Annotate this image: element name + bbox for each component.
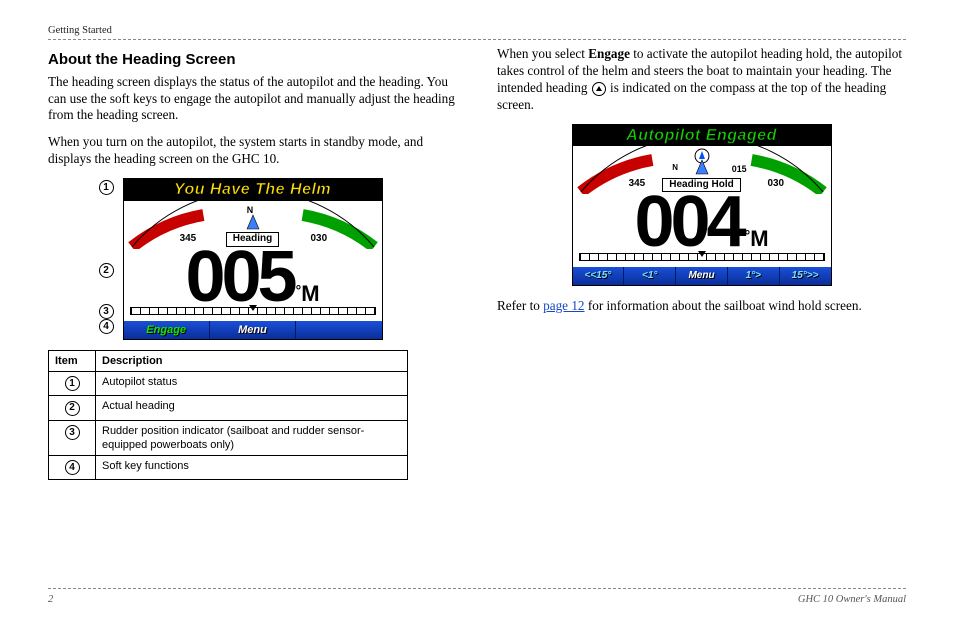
heading-units: °M — [296, 285, 320, 302]
callout-description-table: Item Description 1 Autopilot status 2 Ac… — [48, 350, 408, 481]
table-row: 2 Actual heading — [49, 396, 408, 421]
engaged-screen-figure: Autopilot Engaged 345 015 — [572, 124, 832, 286]
heading-value: 005 — [185, 249, 293, 305]
rudder-position-bar — [573, 251, 831, 267]
row-desc-2: Actual heading — [96, 396, 408, 421]
row-desc-3: Rudder position indicator (sailboat and … — [96, 420, 408, 455]
table-row: 3 Rudder position indicator (sailboat an… — [49, 420, 408, 455]
svg-text:N: N — [672, 163, 678, 172]
row-desc-1: Autopilot status — [96, 371, 408, 396]
row-desc-4: Soft key functions — [96, 455, 408, 480]
page-title: About the Heading Screen — [48, 50, 457, 69]
page-12-link[interactable]: page 12 — [543, 298, 584, 313]
softkey-right15[interactable]: 15°>> — [780, 267, 831, 285]
soft-key-row: <<15° <1° Menu 1°> 15°>> — [573, 267, 831, 285]
softkey-left15[interactable]: <<15° — [573, 267, 625, 285]
softkey-menu[interactable]: Menu — [210, 321, 296, 339]
softkey-left1[interactable]: <1° — [624, 267, 676, 285]
heading-indicator-glyph — [592, 82, 606, 96]
page-number: 2 — [48, 593, 53, 606]
standby-screen-figure: 1 2 3 4 You Have The Helm 345 — [123, 178, 383, 340]
softkey-menu[interactable]: Menu — [676, 267, 728, 285]
intro-para-1: The heading screen displays the status o… — [48, 74, 457, 125]
table-row: 1 Autopilot status — [49, 371, 408, 396]
section-name: Getting Started — [48, 24, 112, 37]
running-header: Getting Started — [48, 24, 906, 40]
compass-arc: 345 015 030 N Heading Hold — [573, 146, 831, 194]
softkey-engage[interactable]: Engage — [124, 321, 210, 339]
softkey-right1[interactable]: 1°> — [728, 267, 780, 285]
soft-key-row: Engage Menu — [124, 321, 382, 339]
heading-units: °M — [745, 230, 769, 247]
refer-para: Refer to page 12 for information about t… — [497, 298, 906, 315]
autopilot-status: Autopilot Engaged — [573, 125, 831, 146]
heading-mode-label: Heading Hold — [662, 178, 740, 193]
table-row: 4 Soft key functions — [49, 455, 408, 480]
callout-3: 3 — [99, 304, 114, 319]
th-desc: Description — [96, 350, 408, 371]
manual-title: GHC 10 Owner's Manual — [798, 593, 906, 606]
svg-text:015: 015 — [731, 164, 746, 174]
th-item: Item — [49, 350, 96, 371]
compass-arc: 345 N 030 Heading — [124, 201, 382, 249]
autopilot-status: You Have The Helm — [124, 179, 382, 200]
softkey-blank[interactable] — [296, 321, 381, 339]
row-item-1: 1 — [65, 376, 80, 391]
heading-value: 004 — [634, 194, 742, 250]
svg-text:N: N — [246, 205, 252, 215]
engage-para: When you select Engage to activate the a… — [497, 46, 906, 114]
heading-mode-label: Heading — [226, 232, 279, 247]
left-column: About the Heading Screen The heading scr… — [48, 44, 457, 480]
right-column: When you select Engage to activate the a… — [497, 44, 906, 480]
callout-2: 2 — [99, 263, 114, 278]
callout-1: 1 — [99, 180, 114, 195]
rudder-position-bar — [124, 305, 382, 321]
row-item-4: 4 — [65, 460, 80, 475]
triangle-up-icon — [596, 86, 602, 91]
page-footer: 2 GHC 10 Owner's Manual — [48, 588, 906, 606]
intro-para-2: When you turn on the autopilot, the syst… — [48, 134, 457, 168]
row-item-3: 3 — [65, 425, 80, 440]
row-item-2: 2 — [65, 401, 80, 416]
callout-4: 4 — [99, 319, 114, 334]
